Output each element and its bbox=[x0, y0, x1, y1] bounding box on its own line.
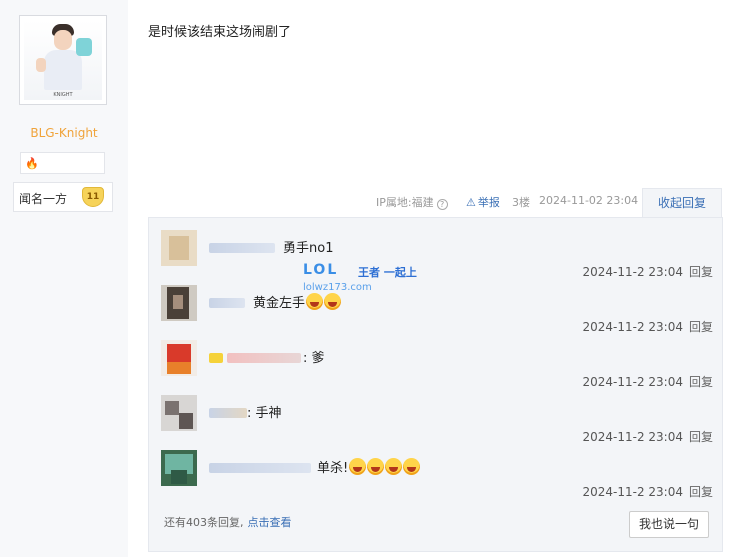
ip-location: IP属地:福建? bbox=[376, 194, 448, 210]
reply-button[interactable]: 回复 bbox=[689, 265, 713, 279]
user-panel: KNIGHT BLG-Knight 🔥 闻名一方 11 bbox=[0, 0, 128, 557]
reply-text: 单杀! bbox=[317, 461, 349, 476]
flame-icon: 🔥 bbox=[25, 157, 39, 170]
laughing-face-icon bbox=[367, 458, 385, 475]
level-tag bbox=[209, 353, 223, 363]
reply-avatar[interactable] bbox=[161, 395, 197, 431]
username[interactable]: BLG-Knight bbox=[0, 126, 128, 140]
more-replies-info: 还有403条回复, 点击查看 bbox=[164, 514, 292, 530]
avatar-image: KNIGHT bbox=[24, 20, 102, 100]
watermark-logo: LOL 王者 一起上 lolwz173.com bbox=[303, 262, 433, 296]
watermark-brand: 王者 一起上 bbox=[358, 266, 417, 279]
report-link[interactable]: ⚠ 举报 bbox=[466, 194, 500, 210]
reply-meta: 2024-11-2 23:04 回复 bbox=[582, 318, 713, 335]
reply-text: 勇手no1 bbox=[283, 241, 334, 256]
post-content: 是时候该结束这场闹剧了 bbox=[148, 25, 292, 40]
avatar-caption: KNIGHT bbox=[53, 92, 73, 98]
reply-meta: 2024-11-2 23:04 回复 bbox=[582, 428, 713, 445]
laughing-face-icon bbox=[349, 458, 367, 475]
reply-button[interactable]: 回复 bbox=[689, 485, 713, 499]
reply-meta: 2024-11-2 23:04 回复 bbox=[582, 483, 713, 500]
reply-username[interactable] bbox=[227, 353, 301, 363]
laughing-face-icon bbox=[385, 458, 403, 475]
reply-item: 勇手no1 2024-11-2 23:04 回复 bbox=[161, 230, 713, 284]
reply-button[interactable]: 回复 bbox=[689, 430, 713, 444]
user-avatar[interactable]: KNIGHT bbox=[19, 15, 107, 105]
watermark-lol: LOL bbox=[303, 262, 339, 278]
level-number: 11 bbox=[82, 187, 104, 207]
reply-time: 2024-11-2 23:04 bbox=[582, 375, 683, 389]
reply-username[interactable] bbox=[209, 463, 311, 473]
reply-time: 2024-11-2 23:04 bbox=[582, 265, 683, 279]
reply-text-group: 单杀! bbox=[317, 457, 421, 476]
fan-badge[interactable]: 🔥 bbox=[20, 152, 105, 174]
reply-button[interactable]: 回复 bbox=[689, 375, 713, 389]
reply-button[interactable]: 回复 bbox=[689, 320, 713, 334]
post-time: 2024-11-02 23:04 bbox=[539, 194, 639, 207]
reply-username[interactable] bbox=[209, 408, 247, 418]
reply-meta: 2024-11-2 23:04 回复 bbox=[582, 373, 713, 390]
level-badge-label: 闻名一方 bbox=[19, 192, 68, 206]
reply-meta: 2024-11-2 23:04 回复 bbox=[582, 263, 713, 280]
reply-avatar[interactable] bbox=[161, 340, 197, 376]
reply-avatar[interactable] bbox=[161, 285, 197, 321]
reply-list: 勇手no1 2024-11-2 23:04 回复 黄金左手 2024-11-2 2… bbox=[148, 217, 723, 552]
reply-text: : 爹 bbox=[303, 351, 325, 366]
view-more-link[interactable]: 点击查看 bbox=[248, 516, 292, 529]
reply-text: : 手神 bbox=[247, 406, 282, 421]
add-reply-button[interactable]: 我也说一句 bbox=[629, 511, 709, 538]
reply-avatar[interactable] bbox=[161, 450, 197, 486]
reply-item: 黄金左手 2024-11-2 23:04 回复 bbox=[161, 285, 713, 339]
reply-username[interactable] bbox=[209, 298, 245, 308]
more-replies-count: 还有403条回复, bbox=[164, 516, 244, 529]
question-circle-icon[interactable]: ? bbox=[436, 199, 448, 210]
watermark-url: lolwz173.com bbox=[303, 282, 372, 293]
reply-username[interactable] bbox=[209, 243, 275, 253]
ip-text: IP属地:福建 bbox=[376, 196, 434, 209]
laughing-face-icon bbox=[403, 458, 421, 475]
reply-avatar[interactable] bbox=[161, 230, 197, 266]
report-label: 举报 bbox=[477, 196, 500, 209]
warning-triangle-icon: ⚠ bbox=[466, 196, 476, 209]
level-badge[interactable]: 闻名一方 11 bbox=[13, 182, 113, 212]
reply-item: : 爹 2024-11-2 23:04 回复 bbox=[161, 340, 713, 394]
floor-number: 3楼 bbox=[512, 196, 530, 209]
reply-time: 2024-11-2 23:04 bbox=[582, 485, 683, 499]
reply-time: 2024-11-2 23:04 bbox=[582, 430, 683, 444]
reply-time: 2024-11-2 23:04 bbox=[582, 320, 683, 334]
reply-item: : 手神 2024-11-2 23:04 回复 bbox=[161, 395, 713, 449]
collapse-replies-button[interactable]: 收起回复 bbox=[642, 188, 722, 218]
reply-item: 单杀! 2024-11-2 23:04 回复 bbox=[161, 450, 713, 504]
reply-text: 黄金左手 bbox=[253, 296, 306, 311]
